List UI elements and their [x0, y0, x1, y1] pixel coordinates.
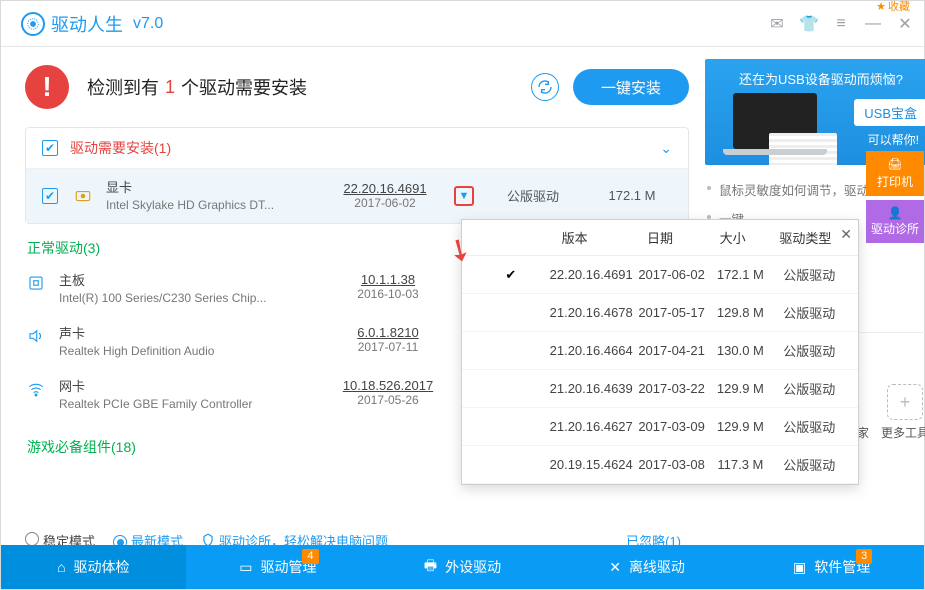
- alert-row: ! 检测到有 1 个驱动需要安装 一键安装: [1, 65, 705, 127]
- driver-size: 172.1 M: [592, 188, 672, 203]
- dropdown-row[interactable]: ✔ 22.20.16.4691 2017-06-02 172.1 M 公版驱动: [462, 256, 858, 294]
- nav-4[interactable]: ▣ 软件管理 3: [739, 545, 924, 589]
- promo-banner[interactable]: 还在为USB设备驱动而烦恼? USB宝盒 可以帮你!: [705, 59, 925, 165]
- check-icon: ✔: [472, 267, 550, 283]
- dropdown-row[interactable]: 21.20.16.4664 2017-04-21 130.0 M 公版驱动: [462, 332, 858, 370]
- version-dropdown-button[interactable]: ▼: [454, 186, 474, 206]
- nav-icon: ▣: [793, 559, 806, 576]
- net-icon: [27, 380, 45, 398]
- need-install-card: ✔ 驱动需要安装(1) ⌄ ✔ 显卡 Intel Skylake HD Grap…: [25, 127, 689, 224]
- app-logo-icon: [21, 12, 45, 36]
- app-version: v7.0: [133, 15, 163, 33]
- dropdown-close-icon[interactable]: ✕: [840, 226, 852, 243]
- nav-badge: 3: [856, 549, 872, 564]
- chevron-down-icon[interactable]: ⌄: [660, 140, 672, 157]
- plus-icon: +: [887, 384, 923, 420]
- tool-more[interactable]: + 更多工具: [877, 384, 925, 441]
- need-install-title: 驱动需要安装(1): [70, 138, 171, 158]
- dd-col-kind: 驱动类型: [763, 228, 848, 247]
- driver-name: 显卡: [106, 179, 316, 197]
- nav-icon: ✕: [609, 559, 621, 576]
- alert-prefix: 检测到有: [87, 74, 159, 100]
- install-all-button[interactable]: 一键安装: [573, 69, 689, 105]
- skin-icon[interactable]: 👕: [800, 15, 818, 33]
- dd-col-size: 大小: [703, 228, 763, 247]
- nav-icon: 🖶: [424, 555, 437, 579]
- driver-sub: Intel Skylake HD Graphics DT...: [106, 197, 316, 213]
- version-dropdown-popup: 版本 日期 大小 驱动类型 ✕ ✔ 22.20.16.4691 2017-06-…: [461, 219, 859, 485]
- promo-box: USB宝盒: [854, 99, 925, 126]
- nav-badge: 4: [302, 549, 318, 564]
- dd-col-date: 日期: [617, 228, 702, 247]
- gpu-icon: [74, 187, 92, 205]
- driver-kind: 公版驱动: [488, 186, 578, 205]
- dd-col-version: 版本: [532, 228, 617, 247]
- nav-icon: ▭: [239, 559, 252, 576]
- dropdown-row[interactable]: 21.20.16.4627 2017-03-09 129.9 M 公版驱动: [462, 408, 858, 446]
- minimize-icon[interactable]: —: [864, 15, 882, 33]
- nav-3[interactable]: ✕ 离线驱动: [555, 545, 740, 589]
- board-icon: [27, 274, 45, 292]
- close-icon[interactable]: ✕: [896, 15, 914, 33]
- strip-打印机[interactable]: 🖨打印机: [866, 151, 924, 196]
- promo-title: 还在为USB设备驱动而烦恼?: [715, 69, 925, 88]
- menu-icon[interactable]: ≡: [832, 15, 850, 33]
- select-all-checkbox[interactable]: ✔: [42, 140, 58, 156]
- nav-2[interactable]: 🖶 外设驱动: [370, 545, 555, 589]
- feedback-icon[interactable]: ✉: [768, 15, 786, 33]
- titlebar: 驱动人生 v7.0 ✉ 👕 ≡ — ✕: [1, 1, 924, 47]
- nav-1[interactable]: ▭ 驱动管理 4: [186, 545, 371, 589]
- driver-version[interactable]: 22.20.16.4691: [330, 181, 440, 196]
- strip-驱动诊所[interactable]: 👤驱动诊所: [866, 200, 924, 243]
- side-strip: 🖨打印机👤驱动诊所: [866, 151, 924, 243]
- alert-icon: !: [25, 65, 69, 109]
- dropdown-row[interactable]: 21.20.16.4639 2017-03-22 129.9 M 公版驱动: [462, 370, 858, 408]
- driver-date: 2017-06-02: [330, 196, 440, 210]
- favorite-tag[interactable]: ★收藏: [876, 0, 910, 14]
- bottom-nav: ⌂ 驱动体检 ▭ 驱动管理 4 🖶 外设驱动 ✕ 离线驱动 ▣ 软件管理 3: [1, 545, 924, 589]
- dropdown-row[interactable]: 20.19.15.4624 2017-03-08 117.3 M 公版驱动: [462, 446, 858, 484]
- driver-row-gpu[interactable]: ✔ 显卡 Intel Skylake HD Graphics DT... 22.…: [26, 169, 688, 223]
- sound-icon: [27, 327, 45, 345]
- nav-0[interactable]: ⌂ 驱动体检: [1, 545, 186, 589]
- need-install-header[interactable]: ✔ 驱动需要安装(1) ⌄: [26, 128, 688, 169]
- alert-suffix: 个驱动需要安装: [181, 74, 307, 100]
- alert-count: 1: [165, 77, 175, 98]
- refresh-button[interactable]: [531, 73, 559, 101]
- nav-icon: ⌂: [57, 559, 65, 575]
- dropdown-row[interactable]: 21.20.16.4678 2017-05-17 129.8 M 公版驱动: [462, 294, 858, 332]
- app-name: 驱动人生: [51, 11, 123, 37]
- promo-help: 可以帮你!: [868, 131, 919, 148]
- driver-checkbox[interactable]: ✔: [42, 188, 58, 204]
